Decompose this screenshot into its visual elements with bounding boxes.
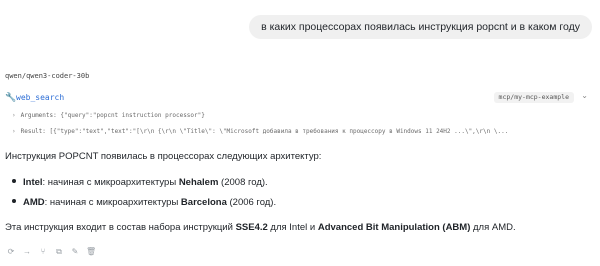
edit-icon[interactable]: ✎ xyxy=(70,247,80,257)
branch-icon[interactable]: ⑂ xyxy=(38,247,48,257)
abm-label: Advanced Bit Manipulation (ABM) xyxy=(317,222,471,233)
bullet xyxy=(12,199,16,204)
item-text: : начиная с микроархитектуры xyxy=(42,177,179,188)
delete-icon[interactable]: 🗑 xyxy=(86,247,96,257)
vendor-name: AMD xyxy=(23,197,45,208)
item-year: (2006 год). xyxy=(226,197,277,208)
tool-name: web_search xyxy=(16,93,65,102)
arch-name: Barcelona xyxy=(180,197,227,208)
outro-text: Эта инструкция входит в состав набора ин… xyxy=(5,222,236,233)
tool-call-header[interactable]: 🔧 web_search mcp/my-mcp-example ⌄ xyxy=(5,91,590,104)
item-text: : начиная с микроархитектуры xyxy=(44,197,181,208)
item-year: (2008 год). xyxy=(218,177,268,188)
outro-text: для Intel и xyxy=(267,222,318,233)
answer-intro: Инструкция POPCNT появилась в процессора… xyxy=(5,151,322,162)
sse-label: SSE4.2 xyxy=(235,222,268,233)
chevron-down-icon[interactable]: ⌄ xyxy=(581,91,588,100)
message-actions: ⟳ → ⑂ ⧉ ✎ 🗑 xyxy=(6,247,97,259)
wrench-icon: 🔧 xyxy=(5,92,17,102)
arguments-value: {"query":"popcnt instruction processor"} xyxy=(60,112,205,119)
arguments-row[interactable]: › Arguments: {"query":"popcnt instruction… xyxy=(12,112,592,119)
model-name: qwen/qwen3-coder-30b xyxy=(5,72,90,80)
bullet xyxy=(12,179,16,184)
vendor-name: Intel xyxy=(23,177,43,188)
server-badge: mcp/my-mcp-example xyxy=(493,92,574,103)
next-icon[interactable]: → xyxy=(22,247,32,257)
copy-icon[interactable]: ⧉ xyxy=(54,247,64,257)
list-item: Intel: начиная с микроархитектуры Nehale… xyxy=(12,177,268,188)
outro-text: для AMD. xyxy=(470,222,516,233)
result-value: [{"type":"text","text":"[\r\n {\r\n \"Ti… xyxy=(49,128,509,135)
arguments-label: Arguments: xyxy=(20,112,57,119)
list-item: AMD: начиная с микроархитектуры Barcelon… xyxy=(12,197,276,208)
answer-outro: Эта инструкция входит в состав набора ин… xyxy=(5,222,516,233)
chevron-right-icon: › xyxy=(12,128,16,135)
regenerate-icon[interactable]: ⟳ xyxy=(6,247,16,257)
user-message-bubble: в каких процессорах появилась инструкция… xyxy=(249,15,592,39)
arch-name: Nehalem xyxy=(178,177,219,188)
result-label: Result: xyxy=(20,128,46,135)
result-row[interactable]: › Result: [{"type":"text","text":"[\r\n {… xyxy=(12,128,592,135)
chevron-right-icon: › xyxy=(12,112,16,119)
